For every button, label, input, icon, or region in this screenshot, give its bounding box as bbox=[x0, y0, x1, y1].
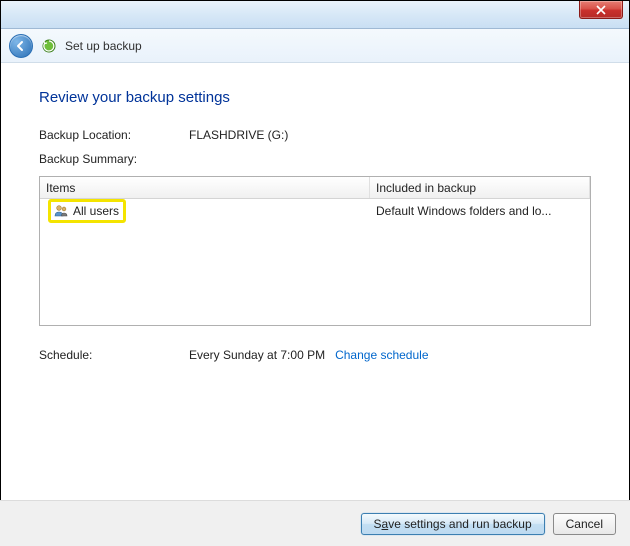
backup-app-icon bbox=[41, 38, 57, 54]
close-button[interactable] bbox=[579, 1, 623, 19]
summary-listview[interactable]: Items Included in backup All users bbox=[39, 176, 591, 326]
save-and-run-button[interactable]: Save settings and run backup bbox=[361, 513, 545, 535]
cancel-button[interactable]: Cancel bbox=[553, 513, 616, 535]
listview-header: Items Included in backup bbox=[40, 177, 590, 199]
cell-included: Default Windows folders and lo... bbox=[372, 204, 588, 218]
highlight-annotation: All users bbox=[48, 199, 126, 223]
titlebar bbox=[1, 1, 629, 29]
schedule-row: Schedule: Every Sunday at 7:00 PM Change… bbox=[39, 348, 591, 362]
backup-location-label: Backup Location: bbox=[39, 128, 189, 142]
backup-summary-label: Backup Summary: bbox=[39, 152, 591, 166]
window-title: Set up backup bbox=[65, 39, 142, 53]
users-icon bbox=[53, 203, 69, 219]
column-items[interactable]: Items bbox=[40, 177, 370, 198]
cell-items: All users bbox=[42, 199, 372, 223]
close-icon bbox=[596, 5, 606, 15]
footer: Save settings and run backup Cancel bbox=[0, 500, 630, 546]
page-heading: Review your backup settings bbox=[39, 89, 591, 106]
schedule-label: Schedule: bbox=[39, 348, 189, 362]
backup-location-value: FLASHDRIVE (G:) bbox=[189, 128, 288, 142]
arrow-left-icon bbox=[15, 40, 27, 52]
back-button[interactable] bbox=[9, 34, 33, 58]
content-area: Review your backup settings Backup Locat… bbox=[1, 63, 629, 362]
table-row[interactable]: All users Default Windows folders and lo… bbox=[40, 199, 590, 223]
header-row: Set up backup bbox=[1, 29, 629, 63]
schedule-value: Every Sunday at 7:00 PM bbox=[189, 348, 325, 362]
change-schedule-link[interactable]: Change schedule bbox=[335, 348, 428, 362]
backup-location-row: Backup Location: FLASHDRIVE (G:) bbox=[39, 128, 591, 142]
row-item-name: All users bbox=[73, 204, 119, 218]
column-included[interactable]: Included in backup bbox=[370, 177, 590, 198]
